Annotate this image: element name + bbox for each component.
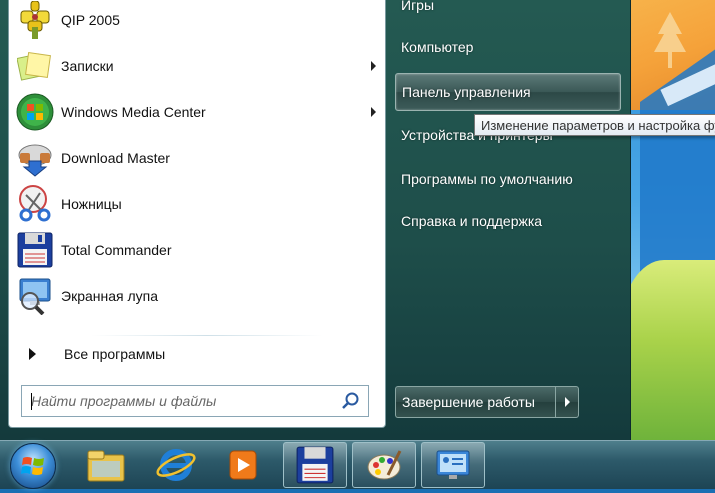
program-label: Download Master (61, 150, 170, 166)
program-label: QIP 2005 (61, 12, 120, 28)
taskbar-paint[interactable] (352, 442, 416, 488)
internet-explorer-icon (156, 449, 196, 481)
search-box[interactable] (21, 385, 369, 417)
taskbar (0, 440, 715, 489)
taskbar-explorer[interactable] (74, 442, 138, 488)
tooltip-text: Изменение параметров и настройка функцио… (481, 117, 715, 133)
scissors-icon (15, 184, 55, 224)
program-item-sticky-notes[interactable]: Записки (12, 44, 382, 88)
program-item-download-master[interactable]: Download Master (12, 136, 382, 180)
control-panel-icon (436, 450, 470, 479)
right-item-default-programs[interactable]: Программы по умолчанию (395, 160, 621, 198)
start-button[interactable] (10, 443, 56, 489)
taskbar-internet-explorer[interactable] (144, 442, 208, 488)
search-icon[interactable] (340, 390, 362, 412)
programs-separator (91, 335, 323, 336)
explorer-icon (87, 450, 125, 482)
programs-pane: QIP 2005 Записки Windows Media Center Do… (8, 0, 386, 428)
right-item-computer[interactable]: Компьютер (395, 28, 621, 66)
start-menu: QIP 2005 Записки Windows Media Center Do… (0, 0, 631, 440)
magnifier-icon (15, 276, 55, 316)
right-item-label: Панель управления (402, 84, 531, 100)
control-panel-tooltip: Изменение параметров и настройка функцио… (474, 114, 715, 136)
program-item-qip[interactable]: QIP 2005 (12, 0, 382, 42)
submenu-arrow-icon[interactable] (371, 107, 376, 117)
search-input[interactable] (29, 387, 340, 415)
program-item-magnifier[interactable]: Экранная лупа (12, 274, 382, 318)
shutdown-label: Завершение работы (402, 394, 535, 410)
taskbar-total-commander[interactable] (283, 442, 347, 488)
program-label: Windows Media Center (61, 104, 206, 120)
right-item-label: Программы по умолчанию (401, 171, 573, 187)
total-commander-icon (296, 446, 334, 484)
all-programs-arrow-icon (29, 348, 36, 360)
program-label: Экранная лупа (61, 288, 159, 304)
program-item-total-commander[interactable]: Total Commander (12, 228, 382, 272)
program-item-snipping-tool[interactable]: Ножницы (12, 182, 382, 226)
program-label: Ножницы (61, 196, 122, 212)
program-item-media-center[interactable]: Windows Media Center (12, 90, 382, 134)
desktop-wallpaper (630, 0, 715, 440)
right-item-help-support[interactable]: Справка и поддержка (395, 202, 621, 240)
download-master-icon (15, 138, 55, 178)
text-caret (31, 393, 32, 410)
paint-icon (367, 450, 402, 480)
all-programs-button[interactable]: Все программы (19, 342, 359, 366)
windows-logo-icon (21, 457, 44, 475)
wallpaper-grass (630, 260, 715, 440)
wallpaper-tree-icon (654, 12, 686, 68)
right-item-label: Игры (401, 0, 435, 13)
all-programs-label: Все программы (64, 346, 166, 362)
submenu-arrow-icon[interactable] (371, 61, 376, 71)
program-label: Записки (61, 58, 114, 74)
media-player-icon (229, 450, 257, 480)
right-item-control-panel[interactable]: Панель управления (395, 73, 621, 111)
shutdown-options-button[interactable] (555, 386, 579, 418)
floppy-disk-icon (15, 230, 55, 270)
media-center-icon (15, 92, 55, 132)
sticky-notes-icon (15, 46, 55, 86)
program-label: Total Commander (61, 242, 172, 258)
taskbar-control-panel[interactable] (421, 442, 485, 488)
shutdown-button[interactable]: Завершение работы (395, 386, 555, 418)
taskbar-media-player[interactable] (210, 442, 274, 488)
qip-flower-icon (15, 0, 55, 40)
right-item-games[interactable]: Игры (395, 0, 621, 24)
right-item-label: Справка и поддержка (401, 213, 543, 229)
chevron-right-icon (564, 397, 570, 407)
right-item-label: Компьютер (401, 39, 474, 55)
